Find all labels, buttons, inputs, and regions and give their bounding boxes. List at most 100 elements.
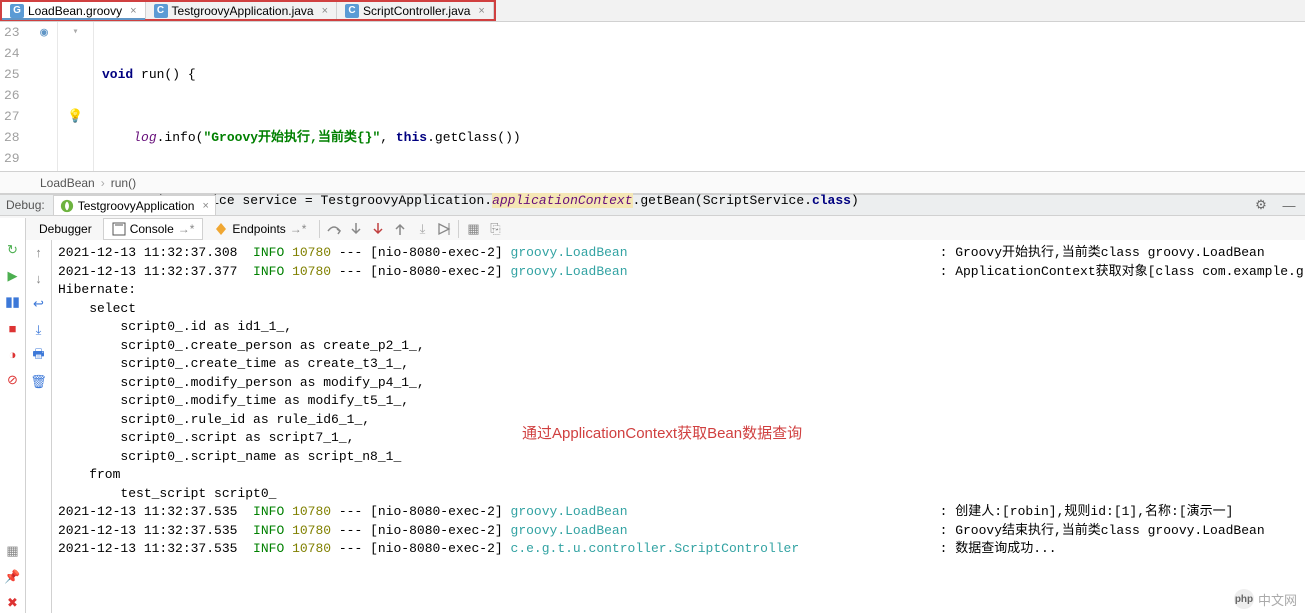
pin-tab-icon[interactable]: 📌: [3, 567, 23, 587]
code-editor[interactable]: 23◉ 24 25 26 27 28 29 ▾ 💡 void run() { l…: [0, 22, 1305, 172]
log-text: groovy.LoadBean: [511, 264, 628, 279]
log-text: 2021-12-13 11:32:37.377: [58, 264, 253, 279]
log-text: script0_.rule_id as rule_id6_1_,: [58, 412, 370, 427]
log-text: groovy.LoadBean: [511, 523, 628, 538]
code-text: ,: [380, 130, 396, 145]
mute-breakpoints-icon[interactable]: ⊘: [3, 370, 23, 390]
drop-frame-icon[interactable]: ⤓: [412, 219, 432, 239]
code-text: this: [396, 130, 427, 145]
scroll-to-end-icon[interactable]: ⤓: [29, 320, 49, 340]
line-no: 25: [4, 64, 20, 85]
log-text: : 创建人:[robin],规则id:[1],名称:[演示一]: [628, 504, 1234, 519]
chevron-right-icon: ›: [101, 176, 105, 190]
line-no: 27: [4, 106, 20, 127]
log-text: INFO: [253, 541, 284, 556]
pin-icon[interactable]: →*: [290, 222, 307, 236]
console-tab[interactable]: Console →*: [103, 218, 204, 240]
tab-label: ScriptController.java: [363, 4, 470, 18]
code-text: .getBean(ScriptService.: [633, 193, 812, 208]
line-no: 29: [4, 148, 20, 169]
spring-boot-icon: [60, 199, 74, 213]
step-out-icon[interactable]: [390, 219, 410, 239]
close-icon[interactable]: ×: [478, 5, 484, 17]
console-left-toolbar: ↑ ↓ ↩ ⤓ 🖶 🗑: [26, 240, 52, 613]
tab-loadbean[interactable]: G LoadBean.groovy ×: [2, 2, 146, 19]
log-text: select: [58, 301, 136, 316]
log-text: script0_.create_time as create_t3_1_,: [58, 356, 409, 371]
pin-icon[interactable]: →*: [178, 222, 195, 236]
lightbulb-icon[interactable]: 💡: [67, 106, 83, 127]
line-no: 28: [4, 127, 20, 148]
collapse-icon[interactable]: ▾: [72, 22, 78, 43]
breadcrumb-method[interactable]: run(): [111, 176, 136, 190]
code-text: .getClass()): [427, 130, 521, 145]
close-icon[interactable]: ×: [202, 200, 208, 212]
console-output[interactable]: 2021-12-13 11:32:37.308 INFO 10780 --- […: [52, 240, 1305, 613]
log-text: groovy.LoadBean: [511, 245, 628, 260]
run-to-cursor-icon[interactable]: [434, 219, 454, 239]
up-stack-icon[interactable]: ↑: [29, 242, 49, 262]
console-icon: [112, 222, 126, 236]
log-text: : ApplicationContext获取对象[class com.examp…: [628, 264, 1305, 279]
log-text: 10780: [284, 264, 331, 279]
line-no: 26: [4, 85, 20, 106]
endpoints-icon: [214, 222, 228, 236]
trace-current-stream-icon[interactable]: ⎘: [485, 219, 505, 239]
resume-icon[interactable]: ▶: [3, 266, 23, 286]
separator: [319, 220, 320, 238]
log-text: : 数据查询成功...: [799, 541, 1056, 556]
tab-scriptcontroller[interactable]: C ScriptController.java ×: [337, 2, 494, 19]
log-text: --- [nio-8080-exec-2]: [331, 541, 510, 556]
log-text: INFO: [253, 245, 284, 260]
log-text: : Groovy结束执行,当前类class groovy.LoadBean: [628, 523, 1265, 538]
code-text: void: [102, 67, 133, 82]
java-file-icon: C: [345, 4, 359, 18]
run-configuration-tab[interactable]: TestgroovyApplication ×: [53, 195, 216, 215]
tab-label: LoadBean.groovy: [28, 4, 122, 18]
watermark-logo-icon: php: [1234, 589, 1254, 609]
line-number-gutter: 23◉ 24 25 26 27 28 29: [0, 22, 58, 171]
tab-label: Console: [130, 222, 174, 236]
log-text: 2021-12-13 11:32:37.535: [58, 541, 253, 556]
close-icon[interactable]: ×: [322, 5, 328, 17]
soft-wrap-icon[interactable]: ↩: [29, 294, 49, 314]
minimize-icon[interactable]: —: [1279, 195, 1299, 215]
log-text: --- [nio-8080-exec-2]: [331, 264, 510, 279]
log-text: INFO: [253, 504, 284, 519]
tab-label: Debugger: [39, 222, 92, 236]
down-stack-icon[interactable]: ↓: [29, 268, 49, 288]
force-step-into-icon[interactable]: [368, 219, 388, 239]
step-over-icon[interactable]: [324, 219, 344, 239]
print-icon[interactable]: 🖶: [29, 346, 49, 366]
log-text: 2021-12-13 11:32:37.535: [58, 504, 253, 519]
log-text: groovy.LoadBean: [511, 504, 628, 519]
gutter-icon-column: ▾ 💡: [58, 22, 94, 171]
endpoints-tab[interactable]: Endpoints →*: [205, 218, 315, 240]
log-text: from: [58, 467, 120, 482]
run-config-name: TestgroovyApplication: [78, 199, 195, 213]
override-gutter-icon[interactable]: ◉: [35, 22, 53, 43]
clear-all-icon[interactable]: 🗑: [29, 372, 49, 392]
tab-testgroovyapp[interactable]: C TestgroovyApplication.java ×: [146, 2, 338, 19]
gear-icon[interactable]: ⚙: [1251, 195, 1271, 215]
log-text: : Groovy开始执行,当前类class groovy.LoadBean: [628, 245, 1265, 260]
log-text: script0_.create_person as create_p2_1_,: [58, 338, 425, 353]
stop-icon[interactable]: ■: [3, 318, 23, 338]
groovy-file-icon: G: [10, 4, 24, 18]
view-breakpoints-icon[interactable]: ◑: [3, 344, 23, 364]
debugger-tab[interactable]: Debugger: [30, 218, 101, 240]
close-debug-icon[interactable]: ✖: [3, 593, 23, 613]
layout-settings-icon[interactable]: ▦: [3, 541, 23, 561]
step-into-icon[interactable]: [346, 219, 366, 239]
log-text: script0_.script_name as script_n8_1_: [58, 449, 409, 464]
log-text: INFO: [253, 264, 284, 279]
log-text: test_script script0_: [58, 486, 276, 501]
close-icon[interactable]: ×: [130, 5, 136, 17]
pause-icon[interactable]: ▮▮: [3, 292, 23, 312]
code-content[interactable]: void run() { log.info("Groovy开始执行,当前类{}"…: [94, 22, 1305, 171]
rerun-icon[interactable]: ↻: [3, 240, 23, 260]
code-text: .info(: [157, 130, 204, 145]
breadcrumb-class[interactable]: LoadBean: [40, 176, 95, 190]
evaluate-expression-icon[interactable]: ▦: [463, 219, 483, 239]
log-text: script0_.script as script7_1_,: [58, 430, 354, 445]
